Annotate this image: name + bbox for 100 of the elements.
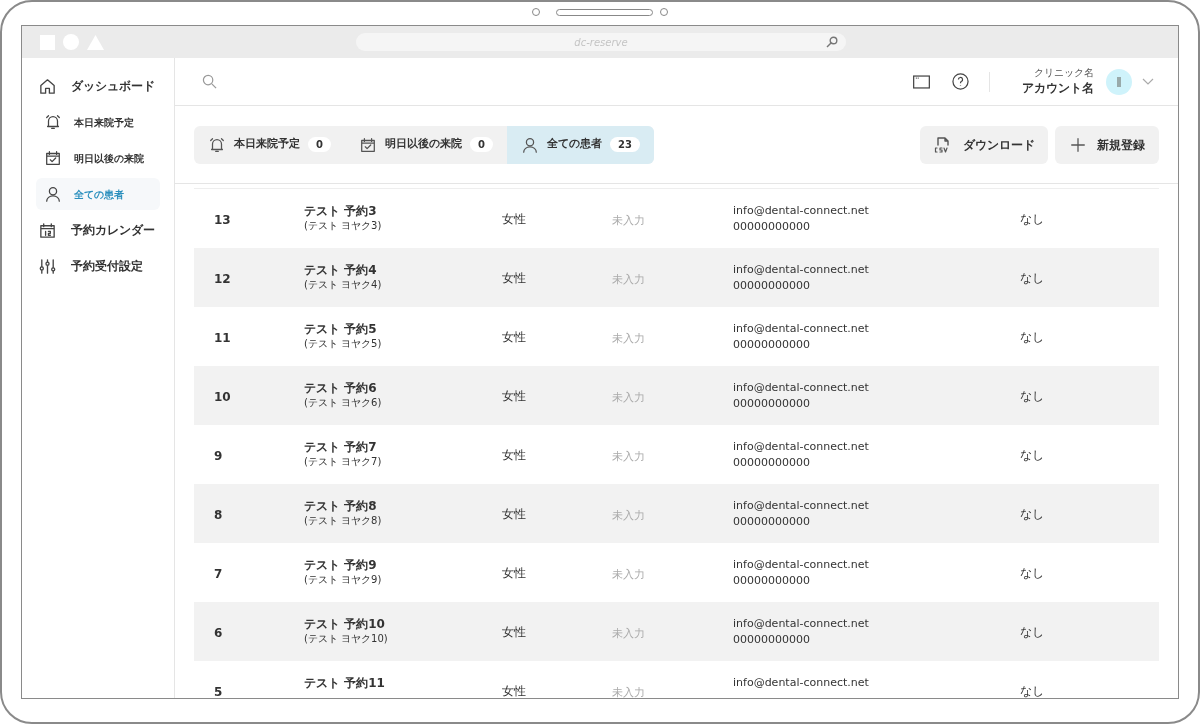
table-cell: なし [1020, 684, 1044, 698]
table-cell: なし [1020, 389, 1044, 403]
patient-name: テスト 予約10 [304, 616, 385, 632]
patient-kana: (テスト ヨヤク4) [304, 278, 382, 291]
email-text: info@dental-connect.net [733, 616, 869, 632]
table-cell: 未入力 [612, 214, 645, 227]
email-text: info@dental-connect.net [733, 675, 869, 691]
table-cell: 未入力 [612, 391, 645, 404]
phone-text: 00000000000 [733, 514, 810, 530]
avatar[interactable] [1106, 68, 1132, 95]
patient-name: テスト 予約9 [304, 557, 377, 573]
patient-row[interactable]: 8 テスト 予約8 (テスト ヨヤク8) 女性 未入力 info@dental-connect.net 00000000000 なし [194, 484, 1159, 543]
phone-text: 00000000000 [733, 219, 810, 235]
patient-name: テスト 予約7 [304, 439, 377, 455]
count-badge: 0 [469, 137, 493, 152]
sliders-icon [38, 256, 57, 276]
table-cell: 未入力 [612, 332, 645, 345]
sidebar-item[interactable]: 予約受付設定 [36, 250, 160, 282]
bell-icon [208, 135, 226, 154]
email-text: info@dental-connect.net [733, 321, 869, 337]
table-cell: 10 [214, 390, 231, 404]
table-cell: なし [1020, 566, 1044, 580]
clinic-name: クリニック名 [1034, 66, 1094, 79]
table-cell: 未入力 [612, 568, 645, 581]
sidebar-item[interactable]: ダッシュボード [36, 70, 160, 102]
table-cell: 未入力 [612, 509, 645, 522]
patient-row[interactable]: 6 テスト 予約10 (テスト ヨヤク10) 女性 未入力 info@dental-connect.net 00000000000 なし [194, 602, 1159, 661]
email-text: info@dental-connect.net [733, 262, 869, 278]
table-cell: なし [1020, 448, 1044, 462]
patient-kana: (テスト ヨヤク7) [304, 455, 382, 468]
plus-icon [1069, 135, 1087, 154]
calendar-check-icon [44, 149, 62, 167]
table-cell: なし [1020, 507, 1044, 521]
email-text: info@dental-connect.net [733, 557, 869, 573]
table-cell: 女性 [502, 448, 526, 462]
table-cell: 女性 [502, 566, 526, 580]
patient-name: テスト 予約6 [304, 380, 377, 396]
table-cell: なし [1020, 271, 1044, 285]
download-button[interactable]: ダウンロード [920, 125, 1048, 164]
count-badge: 23 [609, 137, 640, 152]
phone-text: 00000000000 [733, 278, 810, 294]
patient-name: テスト 予約11 [304, 675, 385, 691]
patient-kana: (テスト ヨヤク5) [304, 337, 382, 350]
filter-tab[interactable]: 全ての患者 23 [506, 125, 654, 164]
email-text: info@dental-connect.net [733, 203, 869, 219]
filter-tab[interactable]: 明日以後の来院 0 [344, 125, 507, 164]
table-cell: 13 [214, 213, 231, 227]
sidebar-item[interactable]: 全ての患者 [36, 178, 160, 210]
chevron-down-icon[interactable] [1142, 78, 1154, 85]
table-cell: 未入力 [612, 273, 645, 286]
calendar-check-icon [358, 135, 377, 154]
table-cell: 女性 [502, 625, 526, 639]
table-cell: 未入力 [612, 686, 645, 698]
new-registration-button[interactable]: 新規登録 [1055, 125, 1159, 164]
table-cell: なし [1020, 212, 1044, 226]
patient-name: テスト 予約5 [304, 321, 377, 337]
table-cell: 11 [214, 331, 231, 345]
table-cell: 女性 [502, 389, 526, 403]
table-cell: 女性 [502, 271, 526, 285]
sidebar-item[interactable]: 明日以後の来院 [36, 142, 160, 174]
filter-tab[interactable]: 本日来院予定 0 [194, 125, 345, 164]
patient-kana: (テスト ヨヤク8) [304, 514, 382, 527]
help-icon[interactable] [952, 73, 969, 90]
sidebar-item[interactable]: 予約カレンダー [36, 214, 160, 246]
phone-text: 00000000000 [733, 632, 810, 648]
user-icon [44, 185, 62, 203]
patient-name: テスト 予約8 [304, 498, 377, 514]
email-text: info@dental-connect.net [733, 380, 869, 396]
patient-kana: (テスト ヨヤク10) [304, 632, 388, 645]
table-cell: 未入力 [612, 627, 645, 640]
table-cell: 9 [214, 449, 223, 463]
phone-text: 00000000000 [733, 573, 810, 589]
table-cell: 女性 [502, 684, 526, 698]
table-cell: なし [1020, 625, 1044, 639]
window-icon[interactable] [913, 74, 930, 89]
sidebar-item[interactable]: 本日来院予定 [36, 106, 160, 138]
account-name: アカウント名 [1022, 80, 1094, 97]
search-icon [826, 36, 838, 48]
table-cell: 女性 [502, 507, 526, 521]
table-cell: 未入力 [612, 450, 645, 463]
patient-row[interactable]: 10 テスト 予約6 (テスト ヨヤク6) 女性 未入力 info@dental-connect.net 00000000000 なし [194, 366, 1159, 425]
calendar-icon [38, 220, 57, 240]
table-cell: 5 [214, 685, 223, 698]
patient-name: テスト 予約4 [304, 262, 377, 278]
patient-kana: (テスト ヨヤク3) [304, 219, 382, 232]
table-cell: なし [1020, 330, 1044, 344]
patient-kana: (テスト ヨヤク9) [304, 573, 382, 586]
patient-name: テスト 予約3 [304, 203, 377, 219]
patient-row[interactable]: 12 テスト 予約4 (テスト ヨヤク4) 女性 未入力 info@dental-connect.net 00000000000 なし [194, 248, 1159, 307]
user-icon [520, 135, 539, 154]
table-cell: 7 [214, 567, 223, 581]
phone-text: 00000000000 [733, 337, 810, 353]
bell-icon [44, 113, 62, 131]
home-icon [38, 76, 57, 96]
count-badge: 0 [308, 137, 331, 152]
search-icon[interactable] [202, 74, 217, 89]
patient-kana: (テスト ヨヤク6) [304, 396, 382, 409]
table-cell: 8 [214, 508, 223, 522]
table-cell: 女性 [502, 330, 526, 344]
table-cell: 6 [214, 626, 223, 640]
